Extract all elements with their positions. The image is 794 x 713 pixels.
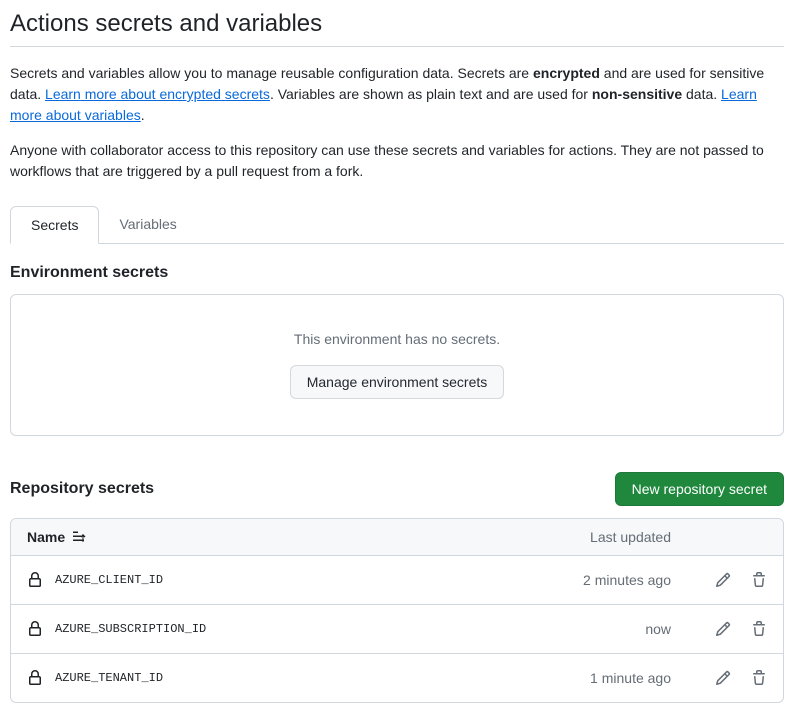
secret-updated: 1 minute ago xyxy=(531,670,671,686)
edit-secret-button[interactable] xyxy=(715,572,731,588)
manage-environment-secrets-button[interactable]: Manage environment secrets xyxy=(290,365,505,399)
pencil-icon xyxy=(715,670,731,686)
sort-icon xyxy=(71,529,87,545)
lock-icon xyxy=(27,572,43,588)
secret-name: AZURE_TENANT_ID xyxy=(55,671,163,685)
table-row: AZURE_SUBSCRIPTION_ID now xyxy=(11,605,783,654)
edit-secret-button[interactable] xyxy=(715,670,731,686)
environment-secrets-heading: Environment secrets xyxy=(10,264,784,282)
lock-icon xyxy=(27,621,43,637)
tab-secrets[interactable]: Secrets xyxy=(10,206,99,244)
environment-secrets-box: This environment has no secrets. Manage … xyxy=(10,294,784,436)
delete-secret-button[interactable] xyxy=(751,621,767,637)
column-header-name[interactable]: Name xyxy=(27,529,531,545)
tab-bar: Secrets Variables xyxy=(10,206,784,244)
trash-icon xyxy=(751,670,767,686)
description-paragraph-2: Anyone with collaborator access to this … xyxy=(10,140,784,182)
pencil-icon xyxy=(715,572,731,588)
desc-strong: encrypted xyxy=(533,65,600,81)
trash-icon xyxy=(751,621,767,637)
repository-secrets-heading: Repository secrets xyxy=(10,480,154,498)
delete-secret-button[interactable] xyxy=(751,670,767,686)
secret-updated: now xyxy=(531,621,671,637)
lock-icon xyxy=(27,670,43,686)
new-repository-secret-button[interactable]: New repository secret xyxy=(615,472,784,506)
secret-updated: 2 minutes ago xyxy=(531,572,671,588)
tab-variables[interactable]: Variables xyxy=(99,206,196,243)
table-row: AZURE_CLIENT_ID 2 minutes ago xyxy=(11,556,783,605)
description-paragraph-1: Secrets and variables allow you to manag… xyxy=(10,63,784,126)
desc-strong: non-sensitive xyxy=(592,86,682,102)
repository-secrets-table: Name Last updated AZURE_CLIENT_ID 2 minu… xyxy=(10,518,784,703)
table-row: AZURE_TENANT_ID 1 minute ago xyxy=(11,654,783,702)
column-header-name-label: Name xyxy=(27,529,65,545)
secret-name: AZURE_CLIENT_ID xyxy=(55,573,163,587)
delete-secret-button[interactable] xyxy=(751,572,767,588)
table-header: Name Last updated xyxy=(11,519,783,556)
pencil-icon xyxy=(715,621,731,637)
learn-more-secrets-link[interactable]: Learn more about encrypted secrets xyxy=(45,86,270,102)
column-header-updated: Last updated xyxy=(531,529,671,545)
desc-text: Secrets and variables allow you to manag… xyxy=(10,65,533,81)
desc-text: data. xyxy=(682,86,721,102)
secret-name: AZURE_SUBSCRIPTION_ID xyxy=(55,622,206,636)
page-title: Actions secrets and variables xyxy=(10,10,784,47)
edit-secret-button[interactable] xyxy=(715,621,731,637)
desc-text: . xyxy=(141,107,145,123)
trash-icon xyxy=(751,572,767,588)
environment-empty-text: This environment has no secrets. xyxy=(27,331,767,347)
desc-text: . Variables are shown as plain text and … xyxy=(270,86,592,102)
